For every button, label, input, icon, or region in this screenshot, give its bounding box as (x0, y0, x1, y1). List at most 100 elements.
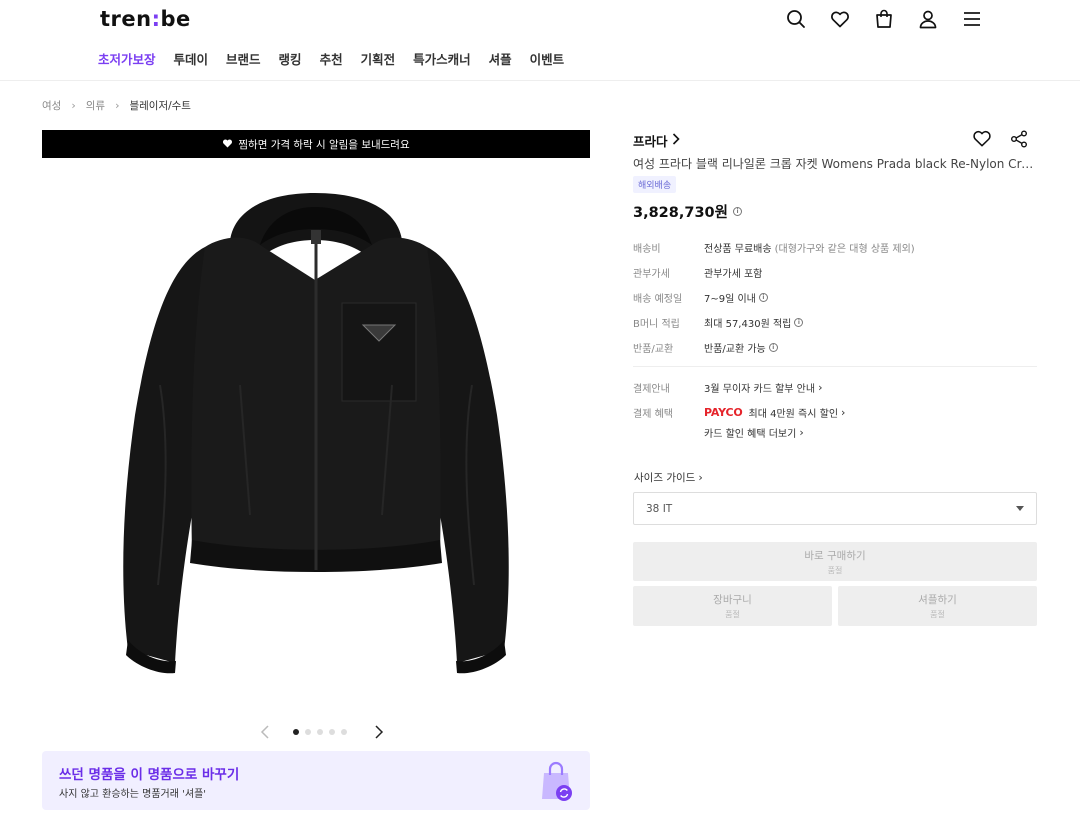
chevron-right-icon: › (818, 381, 823, 394)
shopping-bag-exchange-icon (536, 759, 576, 803)
shuffle-promo-banner[interactable]: 쓰던 명품을 이 명품으로 바꾸기 사지 않고 환승하는 명품거래 '셔플' (42, 751, 590, 810)
card-benefit-text: 카드 할인 혜택 더보기 (704, 429, 797, 440)
card-benefit-more-link[interactable]: 카드 할인 혜택 더보기 › (704, 425, 804, 440)
payco-benefit-text: 최대 4만원 즉시 할인 (748, 409, 839, 420)
heart-filled-icon (222, 138, 233, 151)
size-guide-link[interactable]: 사이즈 가이드 › (634, 470, 703, 485)
size-select[interactable]: 38 IT (633, 492, 1037, 525)
return-info-icon[interactable]: i (768, 343, 778, 352)
buy-now-button[interactable]: 바로 구매하기 품절 (633, 542, 1037, 581)
nav-item-ranking[interactable]: 랭킹 (279, 49, 302, 68)
header-divider (0, 80, 1080, 81)
payco-benefit-link[interactable]: PAYCO 최대 4만원 즉시 할인 › (704, 405, 845, 420)
customs-tax-row: 관부가세 관부가세 포함 (633, 265, 762, 280)
carousel-dot-3[interactable] (317, 729, 323, 735)
chevron-right-icon: › (841, 406, 846, 419)
header-icon-bar (785, 8, 983, 30)
nav-item-event[interactable]: 이벤트 (530, 49, 565, 68)
delivery-eta-label: 배송 예정일 (633, 294, 683, 305)
shuffle-promo-subtitle: 사지 않고 환승하는 명품거래 '셔플' (59, 789, 207, 800)
breadcrumb-blazer[interactable]: 블레이저/수트 (129, 98, 191, 113)
shipping-fee-value: 전상품 무료배송 (704, 244, 772, 255)
chevron-right-icon (672, 133, 680, 148)
product-image-jacket[interactable] (110, 185, 522, 675)
customs-tax-value: 관부가세 포함 (704, 269, 763, 280)
wish-alert-banner[interactable]: 찜하면 가격 하락 시 알림을 보내드려요 (42, 130, 590, 158)
return-row: 반품/교환 반품/교환 가능 i (633, 340, 778, 355)
breadcrumb-clothing[interactable]: 의류 (86, 98, 105, 113)
price-info-icon[interactable]: i (732, 207, 742, 216)
bmoney-label: B머니 적립 (633, 319, 680, 330)
carousel-dots (293, 729, 347, 735)
shipping-fee-label: 배송비 (633, 244, 661, 255)
chevron-right-icon: › (71, 99, 76, 112)
logo-text-prefix: tren (100, 7, 152, 31)
price-value: 3,828,730원 (633, 205, 728, 221)
search-icon[interactable] (785, 8, 807, 30)
user-icon[interactable] (917, 8, 939, 30)
bmoney-value: 최대 57,430원 적립 (704, 319, 792, 330)
shipping-fee-note: (대형가구와 같은 대형 상품 제외) (774, 244, 915, 255)
logo-colon: : (151, 7, 161, 31)
image-carousel-controls (255, 724, 389, 740)
nav-item-today[interactable]: 투데이 (174, 49, 209, 68)
installment-text: 3월 무이자 카드 할부 안내 (704, 384, 816, 395)
buy-now-soldout: 품절 (827, 565, 843, 575)
bmoney-row: B머니 적립 최대 57,430원 적립 i (633, 315, 804, 330)
chevron-right-icon: › (115, 99, 120, 112)
nav-item-exhibition[interactable]: 기획전 (361, 49, 396, 68)
cart-soldout: 품절 (725, 610, 740, 619)
share-icon[interactable] (1010, 130, 1028, 148)
cart-label: 장바구니 (713, 594, 752, 606)
payment-benefit-row: 결제 혜택 PAYCO 최대 4만원 즉시 할인 › (633, 405, 845, 420)
nav-item-brand[interactable]: 브랜드 (226, 49, 261, 68)
carousel-prev-button[interactable] (255, 724, 275, 740)
shuffle-button[interactable]: 셔플하기 품절 (838, 586, 1037, 626)
brand-link[interactable]: 프라다 (633, 131, 680, 150)
logo-text-suffix: be (160, 7, 191, 31)
nav-item-lowest-price[interactable]: 초저가보장 (98, 49, 156, 68)
bmoney-info-icon[interactable]: i (794, 318, 804, 327)
info-divider (633, 366, 1037, 367)
heart-icon[interactable] (829, 8, 851, 30)
bag-icon[interactable] (873, 8, 895, 30)
overseas-shipping-badge: 해외배송 (633, 176, 677, 193)
shipping-fee-row: 배송비 전상품 무료배송 (대형가구와 같은 대형 상품 제외) (633, 240, 915, 255)
card-benefit-row: 카드 할인 혜택 더보기 › (633, 425, 804, 440)
buy-now-label: 바로 구매하기 (804, 549, 866, 562)
return-value: 반품/교환 가능 (704, 344, 766, 355)
breadcrumb-women[interactable]: 여성 (42, 98, 61, 113)
carousel-dot-2[interactable] (305, 729, 311, 735)
payment-benefit-label: 결제 혜택 (633, 409, 673, 420)
breadcrumb: 여성 › 의류 › 블레이저/수트 (42, 98, 191, 113)
brand-name: 프라다 (633, 134, 668, 149)
shuffle-label: 셔플하기 (918, 594, 957, 606)
product-price: 3,828,730원 i (633, 201, 742, 222)
return-label: 반품/교환 (633, 344, 674, 355)
carousel-next-button[interactable] (369, 724, 389, 740)
nav-item-deal-scanner[interactable]: 특가스캐너 (413, 49, 471, 68)
caret-down-icon (1016, 506, 1024, 511)
delivery-eta-row: 배송 예정일 7~9일 이내 i (633, 290, 768, 305)
size-selected-value: 38 IT (646, 502, 673, 515)
nav-item-shuffle[interactable]: 셔플 (489, 49, 512, 68)
size-guide-label: 사이즈 가이드 (634, 472, 696, 484)
customs-tax-label: 관부가세 (633, 269, 670, 280)
menu-icon[interactable] (961, 8, 983, 30)
payco-logo: PAYCO (704, 406, 743, 419)
nav-item-recommend[interactable]: 추천 (320, 49, 343, 68)
carousel-dot-4[interactable] (329, 729, 335, 735)
payment-guide-label: 결제안내 (633, 384, 670, 395)
carousel-dot-5[interactable] (341, 729, 347, 735)
product-title: 여성 프라다 블랙 리나일론 크롭 자켓 Womens Prada black … (633, 157, 1037, 171)
shuffle-promo-title: 쓰던 명품을 이 명품으로 바꾸기 (59, 767, 240, 783)
main-nav: 초저가보장 투데이 브랜드 랭킹 추천 기획전 특가스캐너 셔플 이벤트 (98, 49, 564, 68)
carousel-dot-1[interactable] (293, 729, 299, 735)
installment-link[interactable]: 3월 무이자 카드 할부 안내 › (704, 380, 822, 395)
delivery-eta-value: 7~9일 이내 (704, 294, 756, 305)
add-to-cart-button[interactable]: 장바구니 품절 (633, 586, 832, 626)
delivery-info-icon[interactable]: i (758, 293, 768, 302)
wishlist-heart-icon[interactable] (972, 128, 992, 148)
trenbe-logo[interactable]: tren:be (100, 7, 191, 31)
wish-alert-text: 찜하면 가격 하락 시 알림을 보내드려요 (238, 138, 410, 151)
